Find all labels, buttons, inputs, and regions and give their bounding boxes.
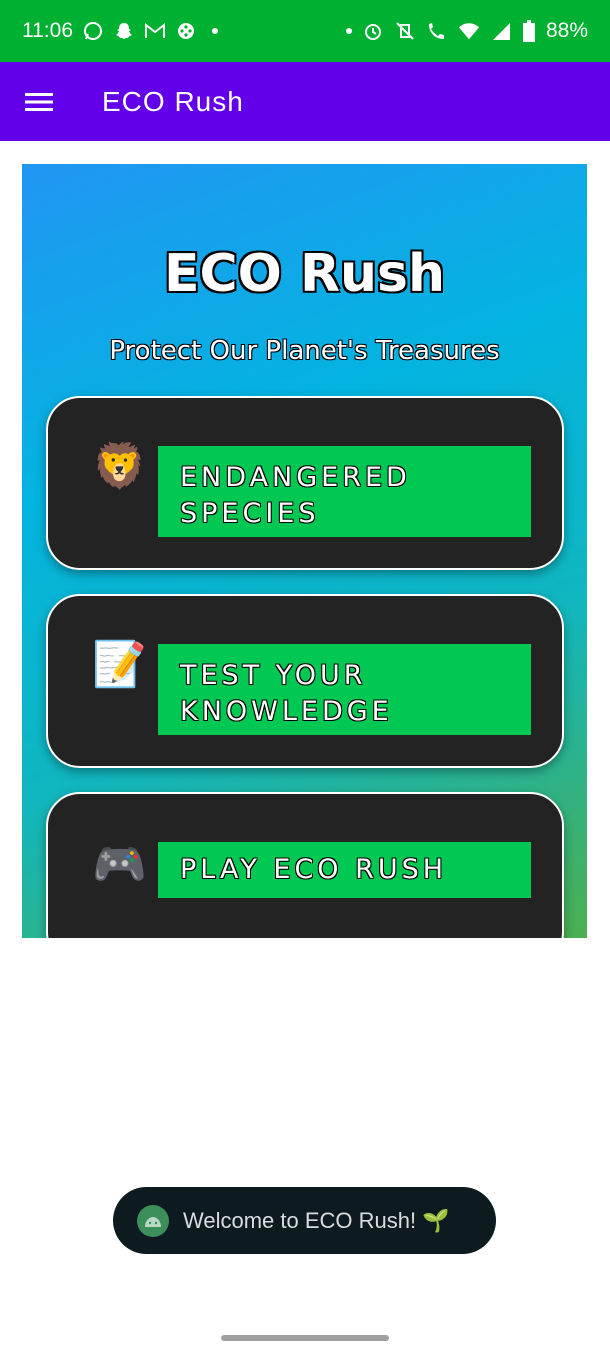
toast-message: Welcome to ECO Rush! 🌱 xyxy=(183,1207,450,1233)
play-eco-rush-card[interactable]: 🎮 PLAY ECO RUSH xyxy=(46,792,564,938)
app-bar-title: ECO Rush xyxy=(102,85,244,117)
app-bar: ECO Rush xyxy=(0,62,610,141)
lion-icon: 🦁 xyxy=(92,441,147,492)
play-eco-rush-button[interactable]: PLAY ECO RUSH xyxy=(158,842,531,898)
hamburger-menu-icon[interactable] xyxy=(0,62,78,141)
welcome-toast: Welcome to ECO Rush! 🌱 xyxy=(113,1187,496,1254)
gmail-icon xyxy=(144,20,166,42)
endangered-species-label-line2: SPECIES xyxy=(180,498,320,529)
game-controller-icon: 🎮 xyxy=(92,839,147,890)
home-gesture-bar[interactable] xyxy=(221,1335,389,1341)
alarm-icon xyxy=(362,20,384,42)
hero-panel: ECO Rush Protect Our Planet's Treasures … xyxy=(22,164,587,938)
signal-icon xyxy=(490,20,512,42)
vibrate-off-icon xyxy=(394,20,416,42)
test-knowledge-label-line2: KNOWLEDGE xyxy=(180,696,393,727)
whatsapp-icon xyxy=(82,20,104,42)
wifi-calling-icon xyxy=(426,20,448,42)
status-left: 11:06 xyxy=(22,19,218,43)
hero-subtitle: Protect Our Planet's Treasures xyxy=(109,336,500,366)
test-knowledge-button[interactable]: TEST YOUR KNOWLEDGE xyxy=(158,644,531,735)
status-bar: 11:06 88% xyxy=(0,0,610,62)
test-knowledge-card[interactable]: 📝 TEST YOUR KNOWLEDGE xyxy=(46,594,564,768)
wifi-icon xyxy=(458,20,480,42)
test-knowledge-label-line1: TEST YOUR xyxy=(180,660,367,691)
game-controller-icon xyxy=(175,20,197,42)
play-eco-rush-label: PLAY ECO RUSH xyxy=(180,854,448,885)
battery-level: 88% xyxy=(545,19,588,42)
status-right: 88% xyxy=(345,19,588,43)
notification-dot xyxy=(345,28,352,34)
memo-icon: 📝 xyxy=(92,639,147,690)
notification-dot xyxy=(212,28,218,34)
hero-title: ECO Rush xyxy=(163,244,446,304)
android-icon xyxy=(137,1204,169,1237)
endangered-species-card[interactable]: 🦁 ENDANGERED SPECIES xyxy=(46,396,564,570)
snapchat-icon xyxy=(113,20,135,42)
status-time: 11:06 xyxy=(22,19,73,42)
endangered-species-button[interactable]: ENDANGERED SPECIES xyxy=(158,446,531,537)
battery-icon xyxy=(522,20,536,42)
endangered-species-label-line1: ENDANGERED xyxy=(180,462,411,493)
